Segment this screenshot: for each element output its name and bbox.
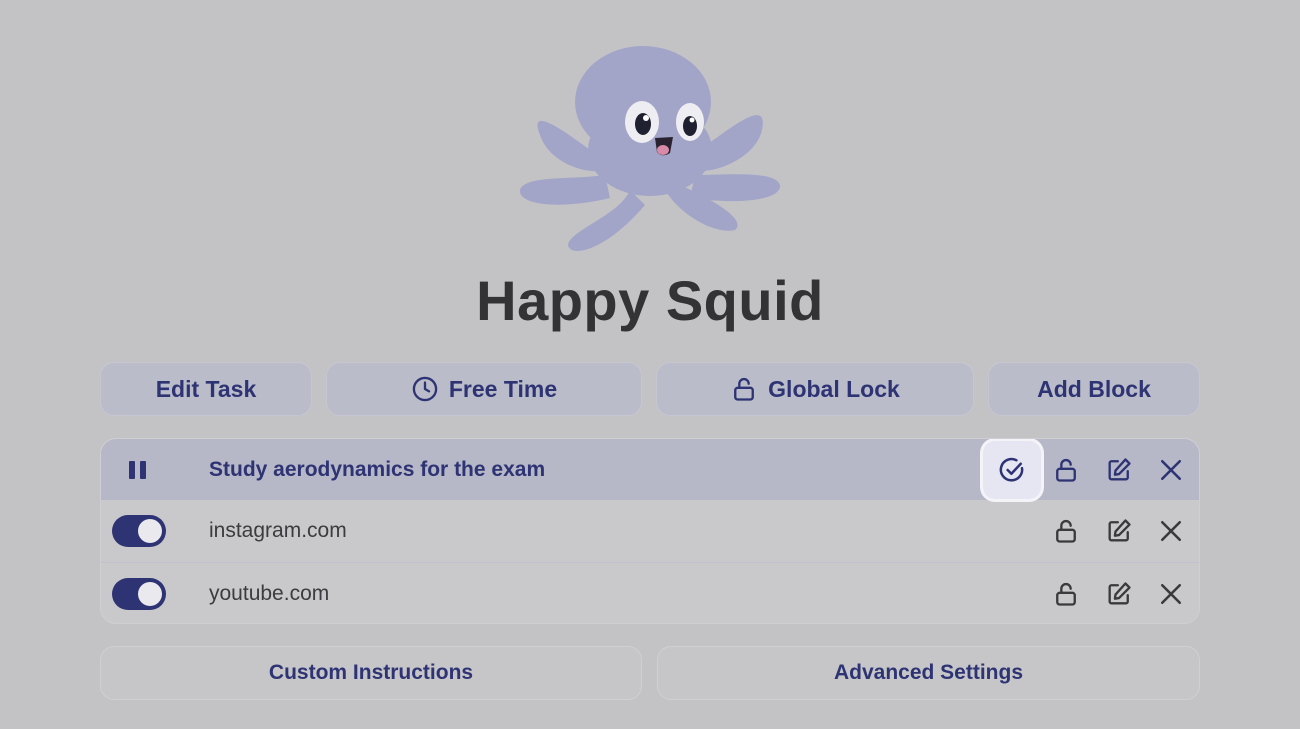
block-toggle[interactable] [112,578,166,610]
free-time-button[interactable]: Free Time [326,362,642,416]
block-toggle[interactable] [112,515,166,547]
custom-instructions-label: Custom Instructions [268,661,474,684]
block-row: youtube.com [101,563,1199,623]
block-site-label: instagram.com [209,519,347,542]
edit-icon[interactable] [1102,453,1136,487]
custom-instructions-button[interactable]: Custom Instructions [100,646,642,700]
squid-mascot-logo [519,46,781,251]
block-site-label: youtube.com [209,582,330,605]
add-block-label: Add Block [1037,375,1151,402]
task-label: Study aerodynamics for the exam [209,457,546,481]
global-lock-label: Global Lock [768,375,900,402]
complete-task-button[interactable] [983,441,1041,499]
lock-icon [734,377,755,401]
task-row: Study aerodynamics for the exam [101,439,1199,500]
block-list: Study aerodynamics for the exam instagra… [100,438,1200,624]
block-row: instagram.com [101,500,1199,563]
global-lock-button[interactable]: Global Lock [656,362,974,416]
advanced-settings-label: Advanced Settings [833,661,1024,684]
clock-icon [412,376,438,402]
unlock-icon[interactable] [1049,514,1083,548]
close-icon[interactable] [1154,514,1188,548]
app-title: Happy Squid [476,269,824,332]
pause-icon[interactable] [129,461,147,479]
check-circle-icon [999,457,1024,482]
close-icon[interactable] [1154,453,1188,487]
free-time-label: Free Time [448,375,558,402]
add-block-button[interactable]: Add Block [988,362,1200,416]
edit-icon[interactable] [1102,514,1136,548]
advanced-settings-button[interactable]: Advanced Settings [657,646,1200,700]
unlock-icon[interactable] [1049,453,1083,487]
edit-icon[interactable] [1102,577,1136,611]
close-icon[interactable] [1154,577,1188,611]
unlock-icon[interactable] [1049,577,1083,611]
edit-task-button[interactable]: Edit Task [100,362,312,416]
edit-task-label: Edit Task [155,375,257,402]
